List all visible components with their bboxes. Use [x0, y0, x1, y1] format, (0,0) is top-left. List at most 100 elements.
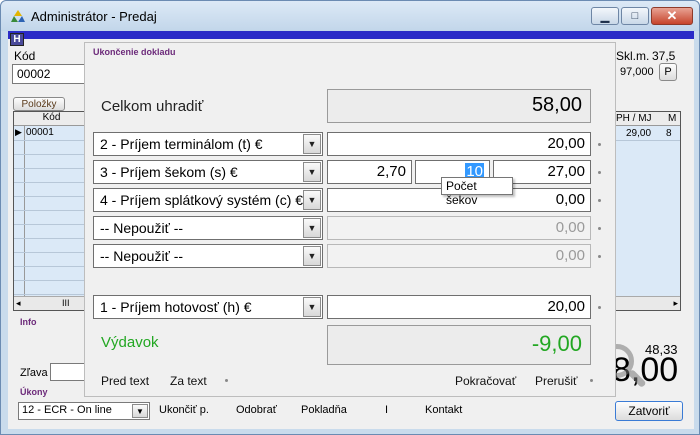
payment-method-label: 2 - Príjem terminálom (t) € [100, 136, 263, 152]
payment-method-select[interactable]: 2 - Príjem terminálom (t) € ▼ [93, 132, 323, 156]
table-row [14, 183, 89, 197]
payment-dialog: Ukončenie dokladu Celkom uhradiť 58,00 2… [84, 42, 616, 397]
chevron-down-icon[interactable]: ▼ [303, 162, 321, 182]
items-button[interactable]: Položky [13, 97, 65, 111]
price-table-header: PH / MJ M [614, 112, 680, 126]
col-price-header: PH / MJ [616, 113, 652, 124]
posttext-link[interactable]: Za text [170, 374, 207, 388]
table-row [14, 155, 89, 169]
horizontal-scrollbar[interactable]: ◂ III [14, 296, 89, 310]
row-marker [598, 171, 601, 174]
close-button[interactable]: ✕ [651, 7, 693, 25]
link-marker [225, 379, 228, 382]
table-row [14, 267, 89, 281]
ukony-select-value: 12 - ECR - On line [22, 404, 112, 416]
minimize-icon: ▁ [600, 10, 610, 23]
cashdesk-link[interactable]: Pokladňa [301, 404, 347, 416]
cancel-link[interactable]: Prerušiť [535, 374, 578, 388]
check-unit-input[interactable]: 2,70 [327, 160, 412, 184]
check-count-tooltip: Počet šekov [441, 177, 513, 207]
col-code-header: Kód [14, 112, 89, 126]
amount-value: 97,000 [620, 66, 654, 78]
horizontal-scrollbar[interactable]: ▸ [614, 296, 680, 310]
expense-label: Výdavok [101, 334, 159, 351]
scroll-left-icon[interactable]: ◂ [16, 298, 21, 309]
scroll-thumb[interactable]: III [62, 298, 70, 308]
expense-value: -9,00 [327, 325, 591, 365]
total-value: 58,00 [327, 89, 591, 123]
row-marker [598, 227, 601, 230]
current-row-arrow-icon: ▶ [15, 127, 22, 137]
cash-method-label: 1 - Príjem hotovosť (h) € [100, 299, 252, 315]
close-dialog-button[interactable]: Zatvoriť [615, 401, 683, 421]
title-bar: Administrátor - Predaj ▁ □ ✕ [1, 1, 699, 31]
minimize-button[interactable]: ▁ [591, 7, 619, 25]
table-row [14, 197, 89, 211]
payment-amount-input[interactable]: 20,00 [327, 132, 591, 156]
payment-method-select[interactable]: 3 - Príjem šekom (s) € ▼ [93, 160, 323, 184]
payment-method-select[interactable]: -- Nepoužiť -- ▼ [93, 244, 323, 268]
payment-method-select[interactable]: -- Nepoužiť -- ▼ [93, 216, 323, 240]
ukony-label: Úkony [20, 387, 48, 397]
app-logo-icon [11, 10, 25, 22]
cash-method-select[interactable]: 1 - Príjem hotovosť (h) € ▼ [93, 295, 323, 319]
ukony-select[interactable]: 12 - ECR - On line ▼ [18, 402, 150, 420]
items-table: Kód ▶ 00001 ◂ III [13, 111, 90, 311]
stock-value: 37,5 [652, 49, 676, 63]
chevron-down-icon[interactable]: ▼ [303, 218, 321, 238]
code-input[interactable]: 00002 [12, 64, 90, 84]
payment-method-select[interactable]: 4 - Príjem splátkový systém (c) € ▼ [93, 188, 323, 212]
stock-label: Skl.m. [616, 49, 650, 63]
chevron-down-icon[interactable]: ▼ [303, 246, 321, 266]
row-m: 8 [666, 128, 672, 139]
row-marker [598, 306, 601, 309]
table-row [14, 169, 89, 183]
cash-amount-input[interactable]: 20,00 [327, 295, 591, 319]
payment-method-label: -- Nepoužiť -- [100, 248, 184, 264]
finish-link[interactable]: Ukončiť p. [159, 404, 209, 416]
info-label: Info [20, 317, 37, 327]
total-label: Celkom uhradiť [101, 98, 204, 115]
help-badge[interactable]: H [10, 33, 24, 46]
payment-method-label: -- Nepoužiť -- [100, 220, 184, 236]
row-code: 00001 [26, 127, 54, 138]
chevron-down-icon[interactable]: ▼ [303, 297, 321, 317]
table-row [14, 141, 89, 155]
payment-amount-input: 0,00 [327, 244, 591, 268]
table-row[interactable]: 29,00 8 [614, 127, 680, 141]
window-title: Administrátor - Predaj [31, 9, 157, 24]
payment-method-label: 4 - Príjem splátkový systém (c) € [100, 192, 304, 208]
row-price: 29,00 [626, 128, 652, 139]
payment-method-label: 3 - Príjem šekom (s) € [100, 164, 238, 180]
chevron-down-icon[interactable]: ▼ [303, 190, 321, 210]
col-m-header: M [668, 113, 677, 124]
chevron-down-icon[interactable]: ▼ [303, 134, 321, 154]
chevron-down-icon[interactable]: ▼ [132, 404, 148, 418]
table-row [14, 211, 89, 225]
discount-label: Zľava [20, 367, 48, 379]
header-strip [8, 31, 694, 39]
table-row [14, 253, 89, 267]
maximize-button[interactable]: □ [621, 7, 649, 25]
link-marker [590, 379, 593, 382]
row-marker [598, 199, 601, 202]
row-marker [598, 255, 601, 258]
close-icon: ✕ [666, 8, 678, 23]
continue-link[interactable]: Pokračovať [455, 374, 516, 388]
code-label: Kód [14, 49, 36, 63]
maximize-icon: □ [631, 10, 639, 22]
contact-link[interactable]: Kontakt [425, 404, 462, 416]
remove-link[interactable]: Odobrať [236, 404, 277, 416]
price-table: PH / MJ M 29,00 8 ▸ [613, 111, 681, 311]
row-marker [598, 143, 601, 146]
scroll-right-icon[interactable]: ▸ [673, 298, 678, 309]
table-row[interactable]: ▶ 00001 [14, 127, 89, 141]
pretext-link[interactable]: Pred text [101, 374, 149, 388]
p-button[interactable]: P [659, 63, 677, 81]
table-row [14, 239, 89, 253]
info-link[interactable]: I [385, 404, 388, 416]
table-row [14, 225, 89, 239]
table-row [14, 281, 89, 295]
dialog-title: Ukončenie dokladu [93, 47, 176, 57]
payment-amount-input: 0,00 [327, 216, 591, 240]
